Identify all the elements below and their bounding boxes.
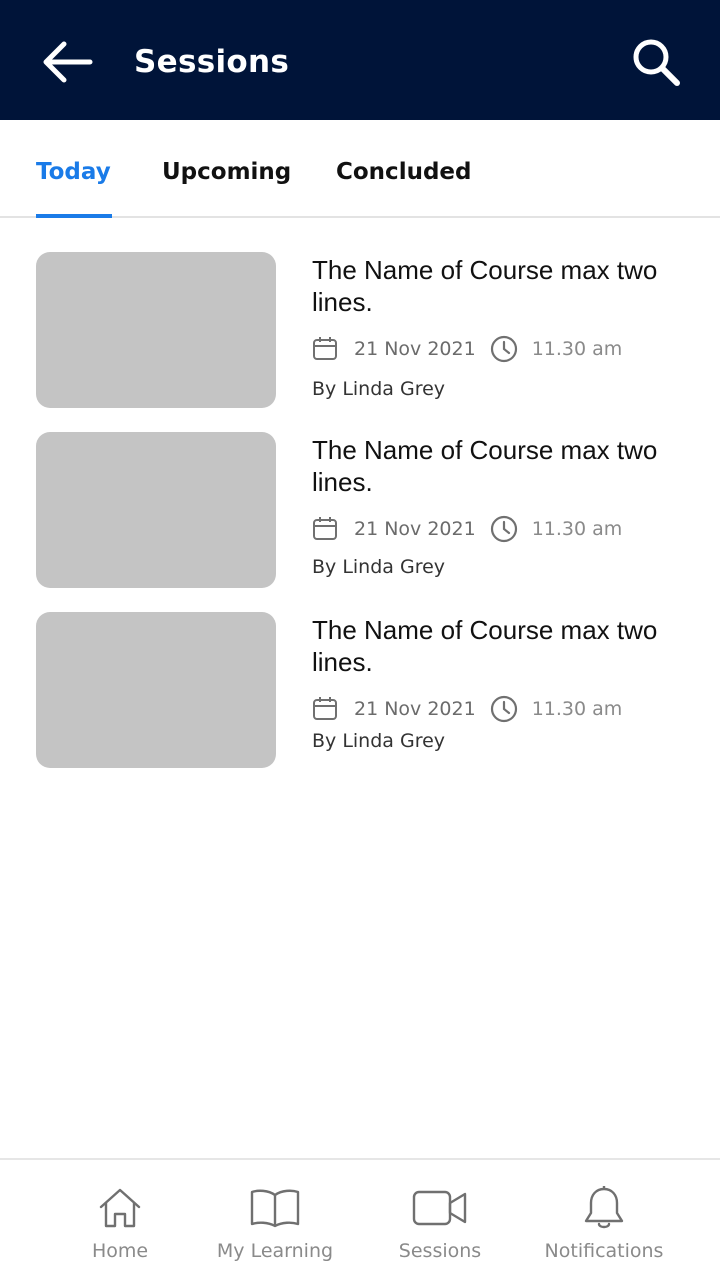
session-time: 11.30 am bbox=[531, 338, 623, 360]
session-author: By Linda Grey bbox=[312, 730, 446, 752]
nav-notifications[interactable]: Notifications bbox=[540, 1184, 668, 1270]
nav-label: Sessions bbox=[398, 1240, 482, 1262]
session-title: The Name of Course max two lines. bbox=[312, 255, 658, 317]
tab-today[interactable]: Today bbox=[36, 156, 112, 218]
nav-sessions[interactable]: Sessions bbox=[392, 1184, 488, 1270]
nav-my-learning[interactable]: My Learning bbox=[214, 1184, 336, 1270]
book-icon bbox=[250, 1184, 300, 1232]
session-time: 11.30 am bbox=[531, 698, 623, 720]
session-date: 21 Nov 2021 bbox=[354, 338, 476, 360]
bell-icon bbox=[583, 1184, 625, 1232]
clock-icon bbox=[490, 515, 518, 543]
search-icon bbox=[633, 39, 680, 86]
clock-icon bbox=[490, 335, 518, 363]
session-time: 11.30 am bbox=[531, 518, 623, 540]
tab-upcoming[interactable]: Upcoming bbox=[162, 156, 291, 216]
clock-icon bbox=[490, 695, 518, 723]
calendar-icon bbox=[312, 336, 338, 362]
search-button[interactable] bbox=[626, 32, 686, 92]
session-date: 21 Nov 2021 bbox=[354, 518, 476, 540]
session-thumbnail[interactable] bbox=[36, 252, 276, 408]
session-meta: 21 Nov 2021 11.30 am bbox=[312, 694, 622, 724]
session-tabs: Today Upcoming Concluded bbox=[0, 120, 720, 218]
session-title: The Name of Course max two lines. bbox=[312, 435, 658, 497]
calendar-icon bbox=[312, 696, 338, 722]
arrow-left-icon bbox=[43, 41, 93, 83]
session-thumbnail[interactable] bbox=[36, 432, 276, 588]
page-title: Sessions bbox=[134, 44, 290, 80]
bottom-navigation: Home My Learning Sessions Notifications bbox=[0, 1158, 720, 1280]
session-card[interactable]: The Name of Course max two lines. 21 Nov… bbox=[0, 252, 720, 412]
nav-label: My Learning bbox=[216, 1240, 334, 1262]
tab-concluded[interactable]: Concluded bbox=[336, 156, 471, 216]
session-author: By Linda Grey bbox=[312, 378, 446, 400]
session-title: The Name of Course max two lines. bbox=[312, 615, 658, 677]
home-icon bbox=[97, 1184, 143, 1232]
app-header: Sessions bbox=[0, 0, 720, 120]
session-card[interactable]: The Name of Course max two lines. 21 Nov… bbox=[0, 612, 720, 772]
session-card[interactable]: The Name of Course max two lines. 21 Nov… bbox=[0, 432, 720, 592]
back-button[interactable] bbox=[36, 36, 96, 88]
video-camera-icon bbox=[412, 1184, 468, 1232]
nav-label: Notifications bbox=[544, 1240, 664, 1262]
app-screen: Sessions Today Upcoming Concluded The Na… bbox=[0, 0, 720, 1280]
session-meta: 21 Nov 2021 11.30 am bbox=[312, 334, 622, 364]
calendar-icon bbox=[312, 516, 338, 542]
nav-home[interactable]: Home bbox=[80, 1184, 160, 1270]
nav-label: Home bbox=[91, 1240, 149, 1262]
session-thumbnail[interactable] bbox=[36, 612, 276, 768]
session-date: 21 Nov 2021 bbox=[354, 698, 476, 720]
session-meta: 21 Nov 2021 11.30 am bbox=[312, 514, 622, 544]
session-author: By Linda Grey bbox=[312, 556, 446, 578]
